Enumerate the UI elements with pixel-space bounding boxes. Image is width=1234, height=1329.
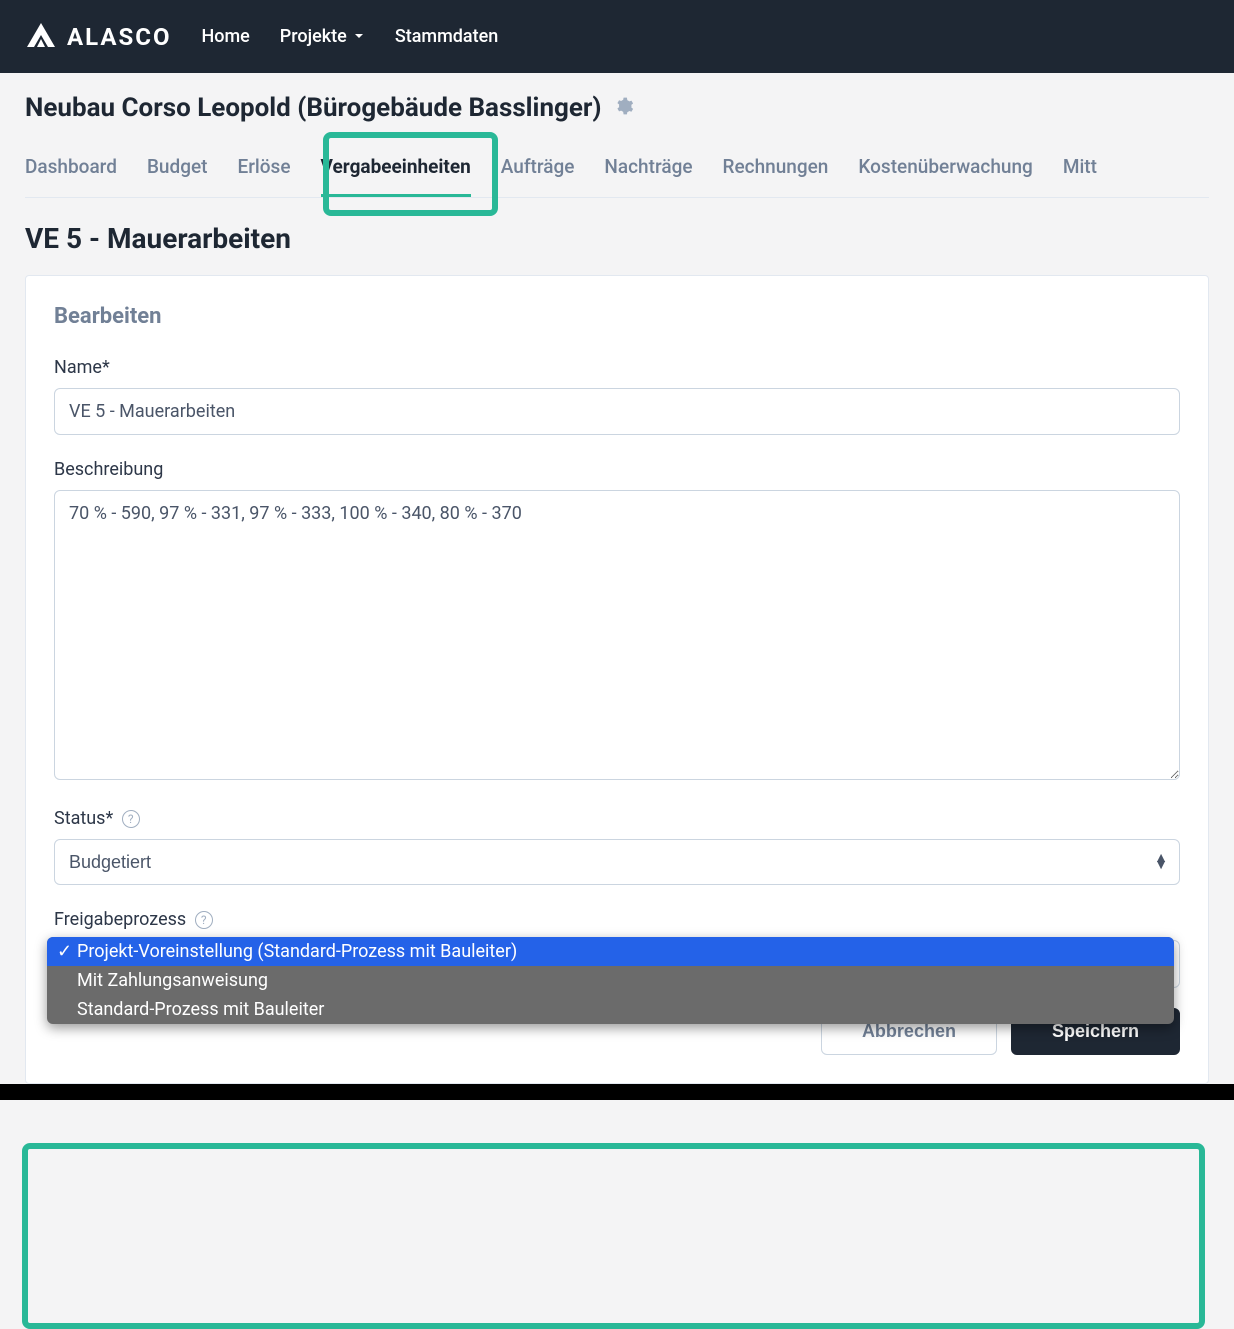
tab-kostenueberwachung[interactable]: Kostenüberwachung (858, 147, 1032, 197)
tab-rechnungen[interactable]: Rechnungen (723, 147, 829, 197)
form-group-beschreibung: Beschreibung (54, 459, 1180, 784)
tab-budget[interactable]: Budget (147, 147, 208, 197)
annotation-highlight-freigabe (22, 1143, 1205, 1329)
form-group-freigabe: Freigabeprozess ? Projekt-Voreinstellung… (54, 909, 1180, 988)
status-select[interactable]: Budgetiert (54, 839, 1180, 885)
page-content: Neubau Corso Leopold (Bürogebäude Bassli… (0, 73, 1234, 1084)
edit-card: Bearbeiten Name* Beschreibung Status* ? … (25, 275, 1209, 1084)
status-label: Status* ? (54, 808, 1180, 829)
nav-projekte[interactable]: Projekte (280, 26, 365, 47)
tab-erloese[interactable]: Erlöse (237, 147, 290, 197)
nav-home[interactable]: Home (201, 26, 249, 47)
card-title: Bearbeiten (54, 304, 1180, 329)
tab-nachtraege[interactable]: Nachträge (604, 147, 692, 197)
form-group-status: Status* ? Budgetiert ▲▼ (54, 808, 1180, 885)
help-icon[interactable]: ? (122, 810, 140, 828)
freigabe-select[interactable]: Projekt-Voreinstellung (Standard-Prozess… (54, 940, 1180, 988)
nav-stammdaten[interactable]: Stammdaten (395, 26, 498, 47)
tab-vergabeeinheiten[interactable]: Vergabeeinheiten (321, 147, 471, 197)
top-navigation: ALASCO Home Projekte Stammdaten (0, 0, 1234, 73)
brand-logo[interactable]: ALASCO (25, 21, 171, 53)
freigabe-option-zahlungsanweisung[interactable]: Mit Zahlungsanweisung (47, 966, 1174, 995)
tab-auftraege[interactable]: Aufträge (501, 147, 575, 197)
name-input[interactable] (54, 388, 1180, 435)
freigabe-option-standard-bauleiter[interactable]: Standard-Prozess mit Bauleiter (47, 995, 1174, 1024)
name-label: Name* (54, 357, 1180, 378)
gear-icon[interactable] (614, 96, 634, 120)
beschreibung-textarea[interactable] (54, 490, 1180, 780)
page-header: Neubau Corso Leopold (Bürogebäude Bassli… (25, 93, 1209, 123)
footer-bar (0, 1084, 1234, 1100)
logo-icon (25, 21, 57, 53)
tab-dashboard[interactable]: Dashboard (25, 147, 117, 197)
tab-bar: Dashboard Budget Erlöse Vergabeeinheiten… (25, 147, 1209, 198)
chevron-down-icon (353, 26, 365, 47)
freigabe-option-projekt-voreinstellung[interactable]: Projekt-Voreinstellung (Standard-Prozess… (47, 937, 1174, 966)
page-title: Neubau Corso Leopold (Bürogebäude Bassli… (25, 93, 602, 123)
primary-nav: Home Projekte Stammdaten (201, 26, 498, 47)
help-icon[interactable]: ? (195, 911, 213, 929)
brand-name: ALASCO (67, 23, 171, 51)
form-group-name: Name* (54, 357, 1180, 435)
nav-projekte-label: Projekte (280, 26, 347, 47)
freigabe-label: Freigabeprozess ? (54, 909, 1180, 930)
freigabe-dropdown-menu: Projekt-Voreinstellung (Standard-Prozess… (47, 937, 1174, 1024)
tab-mitt[interactable]: Mitt (1063, 147, 1097, 197)
section-title: VE 5 - Mauerarbeiten (25, 222, 1209, 255)
beschreibung-label: Beschreibung (54, 459, 1180, 480)
